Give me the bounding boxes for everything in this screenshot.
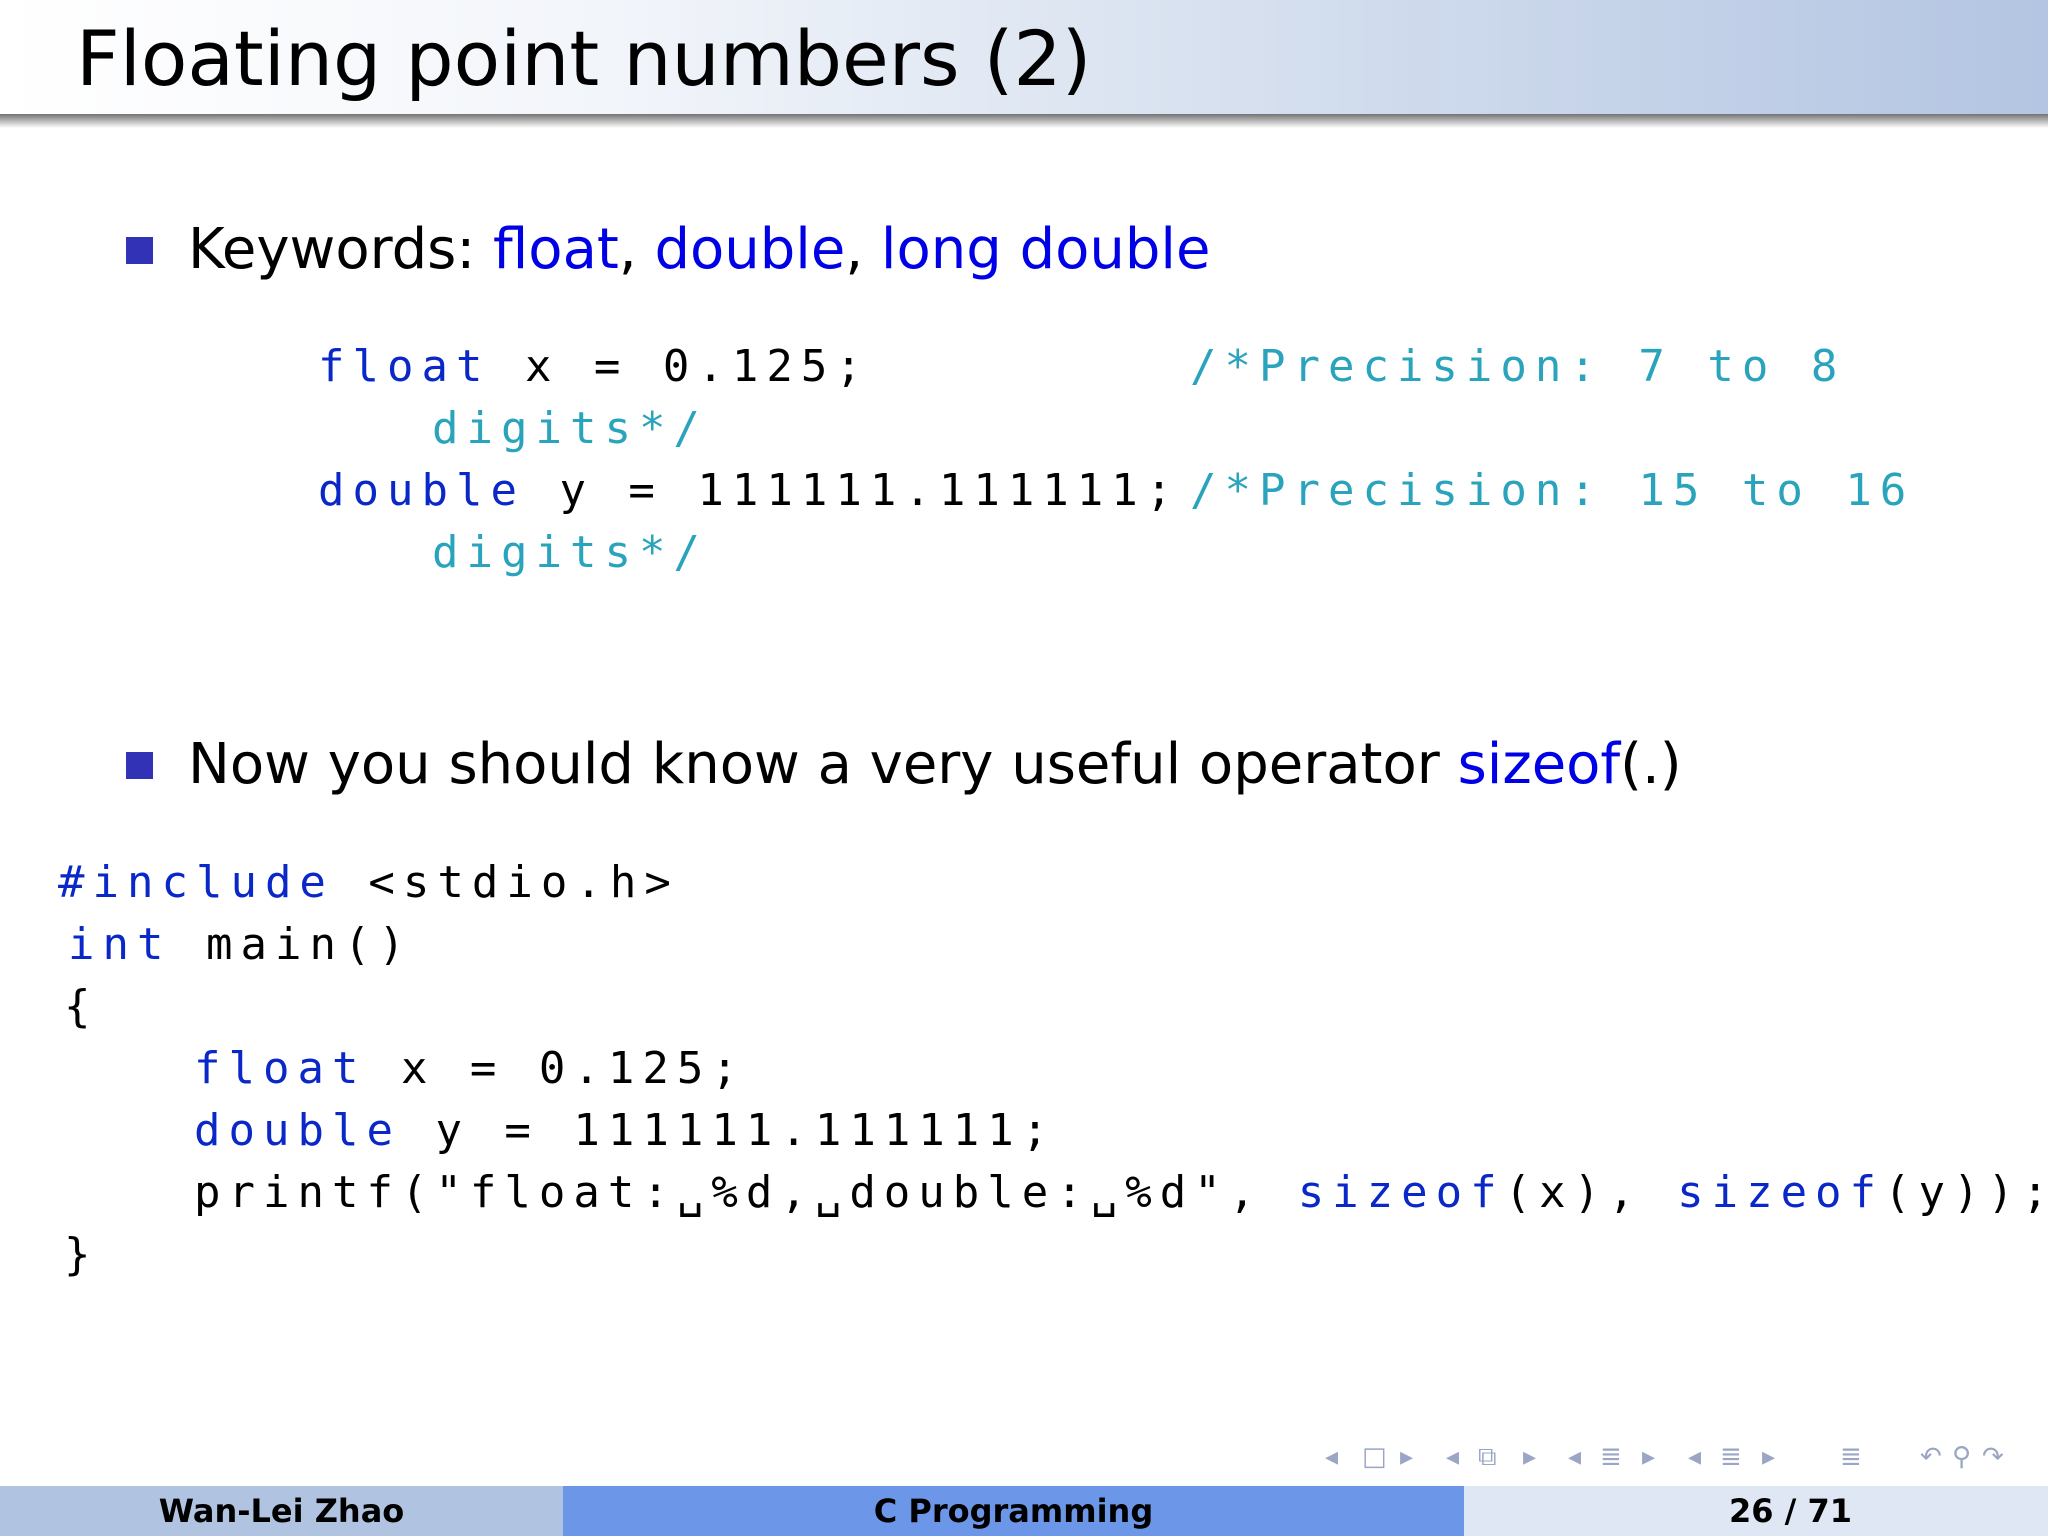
- code-open-brace: {: [64, 981, 99, 1032]
- bullet-square-icon: [126, 752, 153, 779]
- nav-next-section-icon[interactable]: ▸: [1642, 1442, 1655, 1472]
- footer-author: Wan-Lei Zhao: [0, 1486, 563, 1536]
- nav-frame-icon[interactable]: □: [1362, 1442, 1387, 1472]
- code-line-include: #include <stdio.h>: [58, 852, 679, 914]
- bullet-keywords-text: Keywords: float, double, long double: [188, 215, 1210, 285]
- keyword-long-double: long double: [880, 217, 1211, 282]
- title-bar-shadow: [0, 114, 2048, 128]
- bullet-sizeof-text: Now you should know a very useful operat…: [188, 730, 1682, 800]
- code-keyword: float: [194, 1043, 367, 1094]
- nav-prev-doc-icon[interactable]: ◂: [1688, 1442, 1701, 1472]
- nav-prev-subsection-icon[interactable]: ◂: [1446, 1442, 1459, 1472]
- code-keyword: sizeof: [1297, 1167, 1505, 1218]
- keywords-label: Keywords:: [188, 217, 494, 282]
- code-text: x = 0.125;: [366, 1043, 746, 1094]
- slide-title: Floating point numbers (2): [76, 14, 1092, 103]
- code-text: x = 0.125;: [490, 341, 870, 392]
- code-keyword: #include: [58, 857, 334, 908]
- code-line-double: double y = 111111.111111;: [194, 1100, 1056, 1162]
- nav-prev-frame-icon[interactable]: ◂: [1325, 1442, 1338, 1472]
- nav-appendix-icon[interactable]: ≣: [1840, 1442, 1862, 1472]
- keyword-double: double: [654, 217, 846, 282]
- nav-forward-icon[interactable]: ↷: [1982, 1442, 2004, 1472]
- code-keyword: float: [318, 341, 491, 392]
- code-keyword: double: [318, 465, 525, 516]
- nav-next-frame-icon[interactable]: ▸: [1400, 1442, 1413, 1472]
- code-line-printf: printf("float:␣%d,␣double:␣%d", sizeof(x…: [194, 1162, 2048, 1224]
- footer-course-title: C Programming: [563, 1486, 1464, 1536]
- code-keyword: int: [68, 919, 172, 970]
- separator: ,: [618, 217, 655, 282]
- code-line-main: int main(): [68, 914, 413, 976]
- nav-search-icon[interactable]: ⚲: [1952, 1442, 1971, 1472]
- code-keyword: sizeof: [1677, 1167, 1885, 1218]
- nav-section-icon[interactable]: ≣: [1600, 1442, 1622, 1472]
- code-comment: /*Precision: 7 to 8: [1190, 341, 1846, 392]
- code-close-brace: }: [64, 1229, 99, 1280]
- footer-page-number: 26 / 71: [1464, 1486, 2048, 1536]
- footer: Wan-Lei Zhao C Programming 26 / 71: [0, 1486, 2048, 1536]
- nav-document-icon[interactable]: ≣: [1720, 1442, 1742, 1472]
- nav-prev-section-icon[interactable]: ◂: [1568, 1442, 1581, 1472]
- bullet-text: Now you should know a very useful operat…: [188, 732, 1458, 797]
- bullet-text: (.): [1620, 732, 1682, 797]
- code-comment: digits*/: [432, 527, 708, 578]
- nav-subsection-icon[interactable]: ⧉: [1478, 1442, 1497, 1473]
- code-line-float-decl: float x = 0.125;: [318, 336, 870, 398]
- code-line-double-decl: double y = 111111.111111;: [318, 460, 1180, 522]
- code-comment: /*Precision: 15 to 16: [1190, 465, 1915, 516]
- navigation-bar: ◂ □ ▸ ◂ ⧉ ▸ ◂ ≣ ▸ ◂ ≣ ▸ ≣ ↶ ⚲ ↷: [1320, 1442, 2020, 1478]
- code-line-float: float x = 0.125;: [194, 1038, 746, 1100]
- nav-next-subsection-icon[interactable]: ▸: [1523, 1442, 1536, 1472]
- code-text: (x),: [1504, 1167, 1678, 1218]
- keyword-float: float: [493, 217, 619, 282]
- code-text: printf("float:␣%d,␣double:␣%d",: [194, 1167, 1298, 1218]
- separator: ,: [845, 217, 881, 282]
- code-text: main(): [171, 919, 413, 970]
- code-text: <stdio.h>: [333, 857, 679, 908]
- nav-next-doc-icon[interactable]: ▸: [1762, 1442, 1775, 1472]
- code-keyword: double: [194, 1105, 401, 1156]
- code-text: y = 111111.111111;: [400, 1105, 1057, 1156]
- keyword-sizeof: sizeof: [1457, 732, 1621, 797]
- code-text: (y));: [1884, 1167, 2048, 1218]
- nav-back-icon[interactable]: ↶: [1920, 1442, 1942, 1472]
- code-comment: digits*/: [432, 403, 708, 454]
- code-text: y = 111111.111111;: [524, 465, 1181, 516]
- bullet-square-icon: [126, 237, 153, 264]
